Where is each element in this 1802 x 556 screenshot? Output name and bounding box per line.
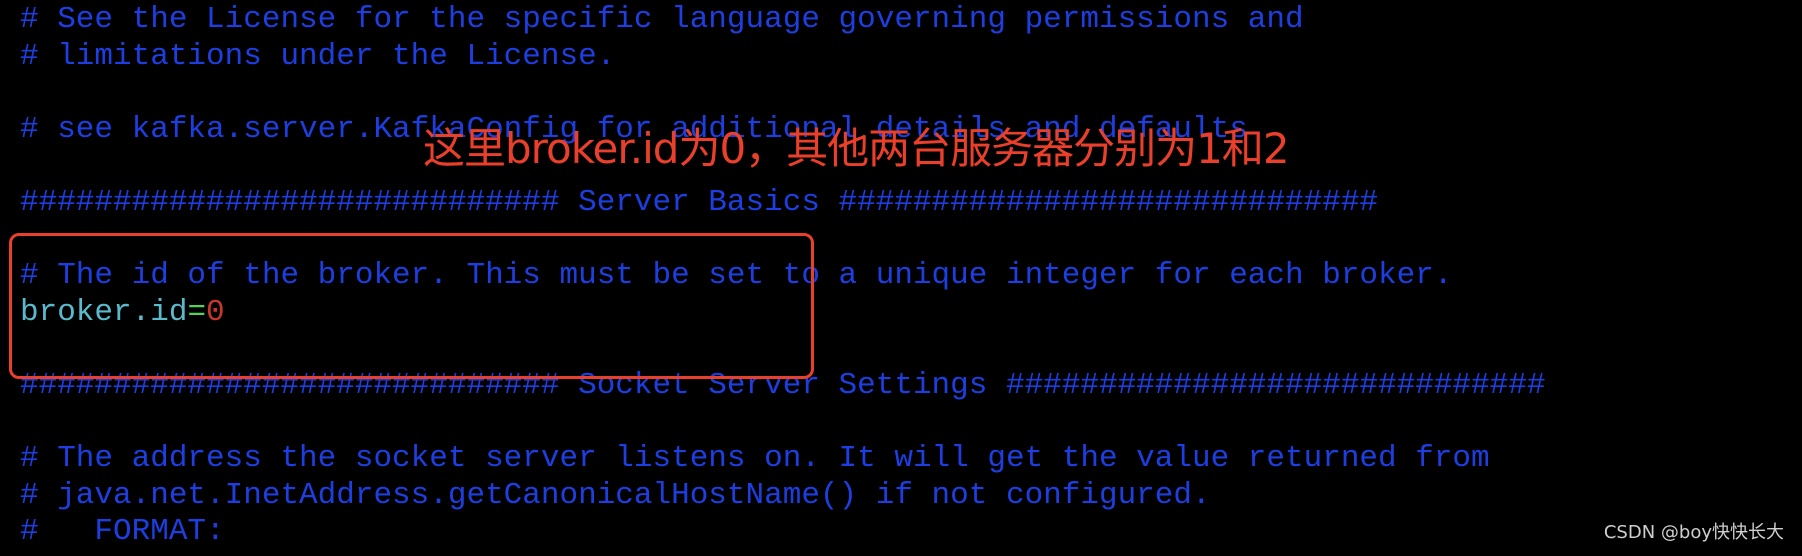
- code-line: # limitations under the License.: [20, 38, 616, 74]
- code-line: # See the License for the specific langu…: [20, 2, 1304, 37]
- code-line: # The address the socket server listens …: [20, 441, 1490, 477]
- code-line: # FORMAT:: [20, 514, 225, 550]
- annotation-text: 这里broker.id为0，其他两台服务器分别为1和2: [423, 124, 1290, 173]
- code-line: ############################# Server Bas…: [20, 184, 1379, 220]
- watermark: CSDN @boy快快长大: [1603, 522, 1784, 543]
- highlight-box: [9, 233, 814, 379]
- code-line: # java.net.InetAddress.getCanonicalHostN…: [20, 477, 1211, 513]
